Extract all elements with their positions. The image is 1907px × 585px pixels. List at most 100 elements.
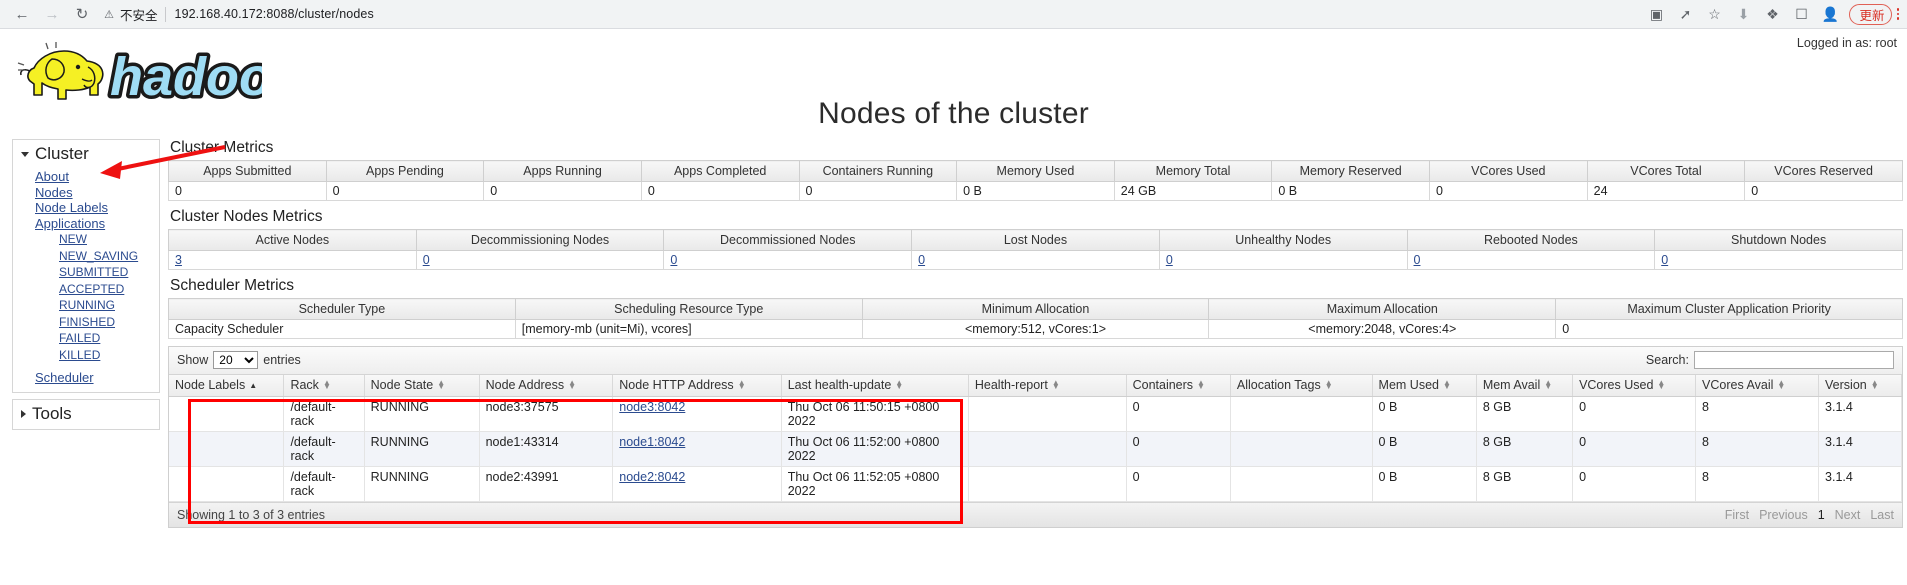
pager-previous[interactable]: Previous: [1759, 508, 1808, 522]
sidebar-link-scheduler[interactable]: Scheduler: [35, 370, 94, 385]
page-length-control: Show 20 40 60 80 100 entries: [177, 351, 301, 369]
val-memory-used: 0 B: [956, 181, 1115, 201]
sidebar-cluster-header[interactable]: Cluster: [13, 140, 159, 169]
cell-node-state: RUNNING: [364, 431, 480, 467]
cell-node-labels: [169, 396, 285, 432]
downloads-icon[interactable]: ⬇: [1730, 2, 1756, 26]
sidebar-item-killed[interactable]: KILLED: [13, 347, 159, 364]
cell-mem-used: 0 B: [1372, 431, 1477, 467]
val-memory-reserved: 0 B: [1271, 181, 1430, 201]
sidebar-link-running[interactable]: RUNNING: [59, 298, 115, 312]
col-node-http-address[interactable]: Node HTTP Address ▲ ▼: [612, 375, 782, 397]
sidebar-item-accepted[interactable]: ACCEPTED: [13, 281, 159, 298]
sidebar-item-submitted[interactable]: SUBMITTED: [13, 264, 159, 281]
col-node-labels[interactable]: Node Labels ▲: [169, 375, 285, 397]
back-icon[interactable]: ←: [8, 2, 36, 26]
sidebar-item-running[interactable]: RUNNING: [13, 297, 159, 314]
col-vcores-total: VCores Total: [1586, 160, 1746, 182]
col-mem-used[interactable]: Mem Used ▲ ▼: [1372, 375, 1477, 397]
share-icon[interactable]: ➚: [1672, 2, 1698, 26]
col-health-report[interactable]: Health-report ▲ ▼: [968, 375, 1127, 397]
sidebar-item-failed[interactable]: FAILED: [13, 330, 159, 347]
sidebar-link-new-saving[interactable]: NEW_SAVING: [59, 249, 138, 263]
kebab-menu-icon[interactable]: [1896, 8, 1899, 20]
sidebar-tools-header[interactable]: Tools: [13, 400, 159, 429]
sidebar-item-new[interactable]: NEW: [13, 231, 159, 248]
col-version[interactable]: Version ▲ ▼: [1818, 375, 1902, 397]
update-button[interactable]: 更新: [1849, 3, 1892, 25]
sidebar-link-killed[interactable]: KILLED: [59, 348, 100, 362]
sort-both-icon: ▲ ▼: [1442, 378, 1451, 391]
page-length-select[interactable]: 20 40 60 80 100: [213, 351, 259, 369]
sidebar-link-node-labels[interactable]: Node Labels: [35, 200, 108, 215]
link-active-nodes[interactable]: 3: [175, 253, 182, 267]
col-vcores-avail[interactable]: VCores Avail ▲ ▼: [1695, 375, 1820, 397]
col-rack[interactable]: Rack ▲ ▼: [283, 375, 365, 397]
address-bar[interactable]: ⚠ 不安全 192.168.40.172:8088/cluster/nodes: [102, 3, 1643, 25]
val-vcores-reserved: 0: [1744, 181, 1903, 201]
val-shutdown-nodes: 0: [1654, 250, 1903, 270]
reload-icon[interactable]: ↻: [68, 2, 96, 26]
profile-avatar-icon[interactable]: 👤: [1817, 2, 1843, 26]
sidebar-link-submitted[interactable]: SUBMITTED: [59, 265, 128, 279]
side-panel-icon[interactable]: ☐: [1788, 2, 1814, 26]
cell-node-labels: [169, 431, 285, 467]
translate-icon[interactable]: ▣: [1643, 2, 1669, 26]
link-decommissioning-nodes[interactable]: 0: [423, 253, 430, 267]
cell-mem-used: 0 B: [1372, 396, 1477, 432]
sidebar-item-nodes[interactable]: Nodes: [13, 185, 159, 201]
col-allocation-tags[interactable]: Allocation Tags ▲ ▼: [1230, 375, 1373, 397]
sidebar-item-scheduler[interactable]: Scheduler: [13, 370, 159, 386]
col-maximum-allocation: Maximum Allocation: [1208, 298, 1557, 320]
col-vcores-used[interactable]: VCores Used ▲ ▼: [1572, 375, 1697, 397]
col-node-address[interactable]: Node Address ▲ ▼: [479, 375, 614, 397]
node-http-link[interactable]: node3:8042: [619, 400, 685, 414]
col-maximum-cluster-application-priority: Maximum Cluster Application Priority: [1555, 298, 1903, 320]
cell-node-labels: [169, 466, 285, 502]
col-node-state[interactable]: Node State ▲ ▼: [364, 375, 480, 397]
node-http-link[interactable]: node1:8042: [619, 435, 685, 449]
cell-containers: 0: [1126, 396, 1231, 432]
sidebar-link-finished[interactable]: FINISHED: [59, 315, 115, 329]
sidebar-item-new-saving[interactable]: NEW_SAVING: [13, 248, 159, 265]
sidebar-item-about[interactable]: About: [13, 169, 159, 185]
table-row[interactable]: /default-rack RUNNING node2:43991 node2:…: [169, 466, 1902, 502]
sidebar-link-about[interactable]: About: [35, 169, 69, 184]
sidebar-item-applications[interactable]: Applications: [13, 216, 159, 232]
col-active-nodes: Active Nodes: [168, 229, 417, 251]
val-vcores-total: 24: [1586, 181, 1746, 201]
cell-health-report: [968, 396, 1127, 432]
sidebar-item-node-labels[interactable]: Node Labels: [13, 200, 159, 216]
cell-node-address: node3:37575: [479, 396, 614, 432]
pager-first[interactable]: First: [1725, 508, 1749, 522]
link-decommissioned-nodes[interactable]: 0: [670, 253, 677, 267]
val-memory-total: 24 GB: [1113, 181, 1273, 201]
browser-tool-icons: ▣ ➚ ☆ ⬇ ❖ ☐ 👤: [1643, 2, 1843, 26]
sidebar-link-accepted[interactable]: ACCEPTED: [59, 282, 124, 296]
pager-last[interactable]: Last: [1870, 508, 1894, 522]
link-shutdown-nodes[interactable]: 0: [1661, 253, 1668, 267]
col-scheduler-type: Scheduler Type: [168, 298, 516, 320]
forward-icon[interactable]: →: [38, 2, 66, 26]
node-http-link[interactable]: node2:8042: [619, 470, 685, 484]
bookmark-star-icon[interactable]: ☆: [1701, 2, 1727, 26]
col-containers[interactable]: Containers ▲ ▼: [1126, 375, 1231, 397]
extensions-puzzle-icon[interactable]: ❖: [1759, 2, 1785, 26]
sidebar-item-finished[interactable]: FINISHED: [13, 314, 159, 331]
sort-both-icon: ▲ ▼: [1657, 378, 1666, 391]
link-lost-nodes[interactable]: 0: [918, 253, 925, 267]
sidebar-link-failed[interactable]: FAILED: [59, 331, 100, 345]
cell-vcores-avail: 8: [1695, 466, 1820, 502]
link-unhealthy-nodes[interactable]: 0: [1166, 253, 1173, 267]
sidebar-link-nodes[interactable]: Nodes: [35, 185, 73, 200]
sidebar-link-new[interactable]: NEW: [59, 232, 87, 246]
col-mem-avail[interactable]: Mem Avail ▲ ▼: [1476, 375, 1574, 397]
sidebar-link-applications[interactable]: Applications: [35, 216, 105, 231]
table-row[interactable]: /default-rack RUNNING node1:43314 node1:…: [169, 431, 1902, 467]
link-rebooted-nodes[interactable]: 0: [1414, 253, 1421, 267]
pager-next[interactable]: Next: [1835, 508, 1861, 522]
col-last-health-update[interactable]: Last health-update ▲ ▼: [781, 375, 969, 397]
pager-page-1[interactable]: 1: [1818, 508, 1825, 522]
table-row[interactable]: /default-rack RUNNING node3:37575 node3:…: [169, 396, 1902, 432]
search-input[interactable]: [1694, 351, 1894, 369]
